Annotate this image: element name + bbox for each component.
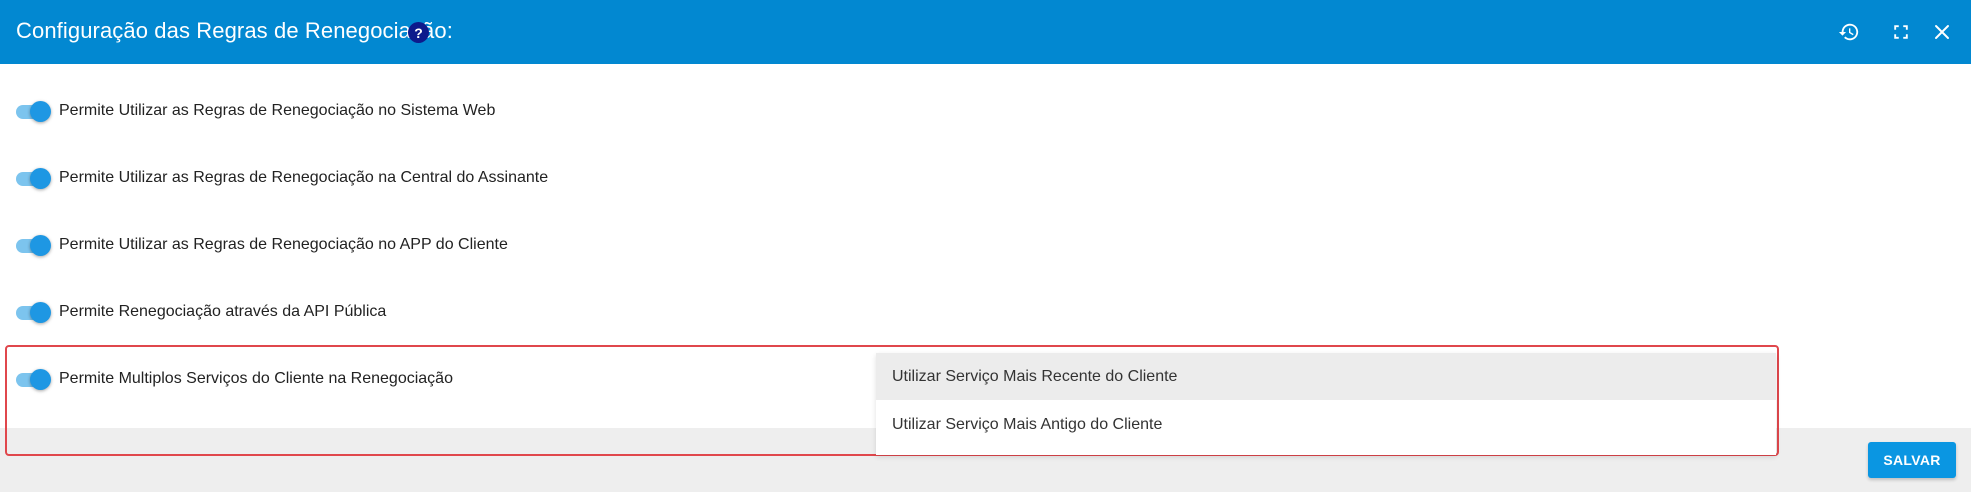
close-button[interactable] <box>1928 18 1956 46</box>
toggle-thumb <box>30 235 51 256</box>
help-icon[interactable]: ? <box>408 22 429 43</box>
toggle-thumb <box>30 302 51 323</box>
setting-label-sistema-web: Permite Utilizar as Regras de Renegociaç… <box>59 102 496 119</box>
setting-label-multiplos-servicos: Permite Multiplos Serviços do Cliente na… <box>59 370 453 387</box>
close-icon <box>1935 25 1949 39</box>
setting-label-central-assinante: Permite Utilizar as Regras de Renegociaç… <box>59 169 549 186</box>
history-button[interactable] <box>1835 18 1863 46</box>
toggle-app-cliente[interactable] <box>14 233 52 257</box>
fullscreen-icon <box>1894 25 1908 39</box>
toggle-multiplos-servicos[interactable] <box>14 367 52 391</box>
setting-label-api-publica: Permite Renegociação através da API Públ… <box>59 303 387 320</box>
toggle-api-publica[interactable] <box>14 300 52 324</box>
history-icon <box>1838 23 1859 41</box>
toggle-thumb <box>30 168 51 189</box>
save-button[interactable]: SALVAR <box>1868 442 1956 478</box>
toggle-central-assinante[interactable] <box>14 166 52 190</box>
setting-label-app-cliente: Permite Utilizar as Regras de Renegociaç… <box>59 236 508 253</box>
toggle-sistema-web[interactable] <box>14 99 52 123</box>
option-servico-mais-recente[interactable]: Utilizar Serviço Mais Recente do Cliente <box>876 353 1776 400</box>
toggle-thumb <box>30 369 51 390</box>
fullscreen-button[interactable] <box>1887 18 1915 46</box>
option-servico-mais-antigo[interactable]: Utilizar Serviço Mais Antigo do Cliente <box>876 401 1776 448</box>
toggle-thumb <box>30 101 51 122</box>
service-select-menu: Utilizar Serviço Mais Recente do Cliente… <box>876 353 1776 455</box>
dialog-title: Configuração das Regras de Renegociação: <box>16 18 453 43</box>
dialog-header: Configuração das Regras de Renegociação:… <box>0 0 1971 64</box>
